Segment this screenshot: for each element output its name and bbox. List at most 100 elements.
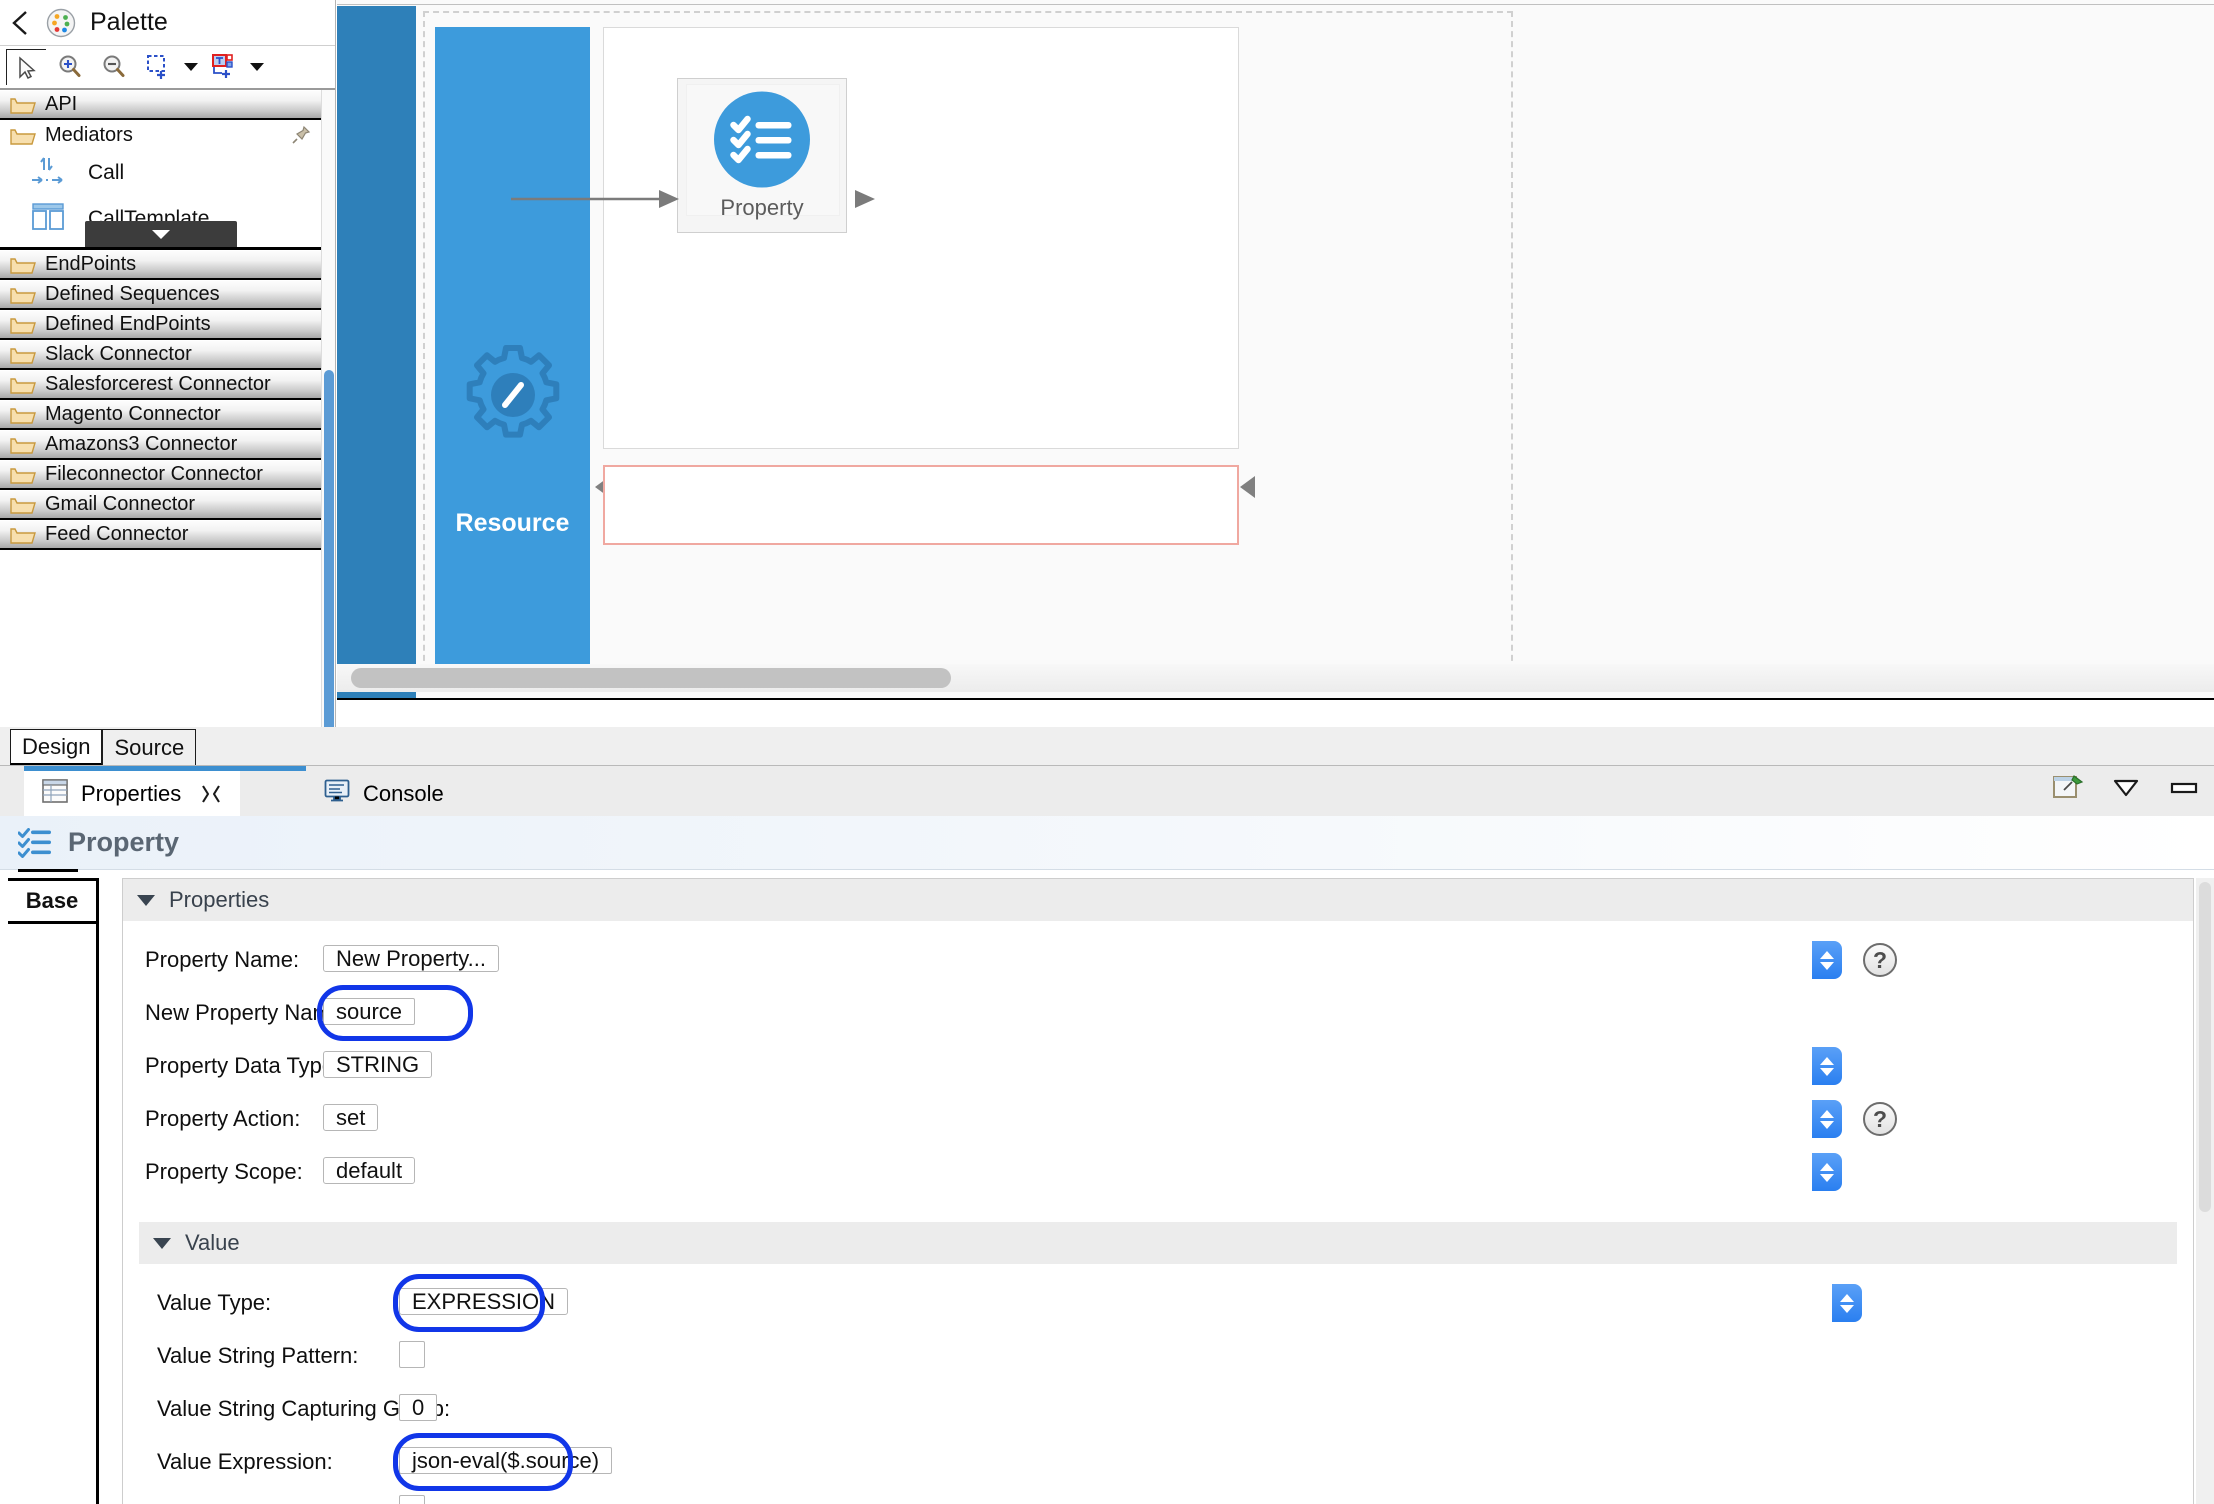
palette-group-label: Salesforcerest Connector <box>45 373 271 395</box>
property-action-help-icon[interactable]: ? <box>1863 1102 1897 1136</box>
control-value-type[interactable]: EXPRESSION <box>393 1274 1863 1332</box>
palette-group-label: Mediators <box>45 124 133 146</box>
control-property-name[interactable]: New Property... <box>323 940 1843 980</box>
folder-icon <box>10 495 36 515</box>
control-partial-next[interactable] <box>399 1490 1863 1504</box>
tab-console[interactable]: Console <box>306 771 462 816</box>
triangle-down-icon[interactable] <box>137 894 155 906</box>
value-expression-input[interactable]: json-eval($.source) <box>399 1447 613 1474</box>
palette-panel: Palette API Mediators Call CallTemplate … <box>0 0 336 790</box>
palette-group-label: Fileconnector Connector <box>45 463 263 485</box>
control-property-data-type[interactable]: STRING <box>323 1046 1843 1086</box>
canvas-scrollbar-thumb[interactable] <box>351 668 951 688</box>
property-data-type-combo-value[interactable]: STRING <box>323 1051 433 1078</box>
property-checklist-icon <box>714 91 811 188</box>
value-string-pattern-input[interactable] <box>399 1341 425 1368</box>
control-property-action[interactable]: set <box>323 1099 1843 1139</box>
palette-group-mediators[interactable]: Mediators <box>0 120 321 150</box>
palette-toolbar <box>0 46 335 90</box>
property-checklist-icon <box>17 827 52 858</box>
palette-group-defined-endpoints[interactable]: Defined EndPoints <box>0 310 321 340</box>
triangle-down-icon[interactable] <box>153 1237 171 1249</box>
property-data-type-combo-button[interactable] <box>1812 1047 1842 1085</box>
new-artifact-dropdown-chevron-down-icon[interactable] <box>248 49 266 85</box>
palette-group-amazons3-connector[interactable]: Amazons3 Connector <box>0 430 321 460</box>
canvas-horizontal-scrollbar[interactable] <box>337 664 2214 692</box>
palette-group-gmail-connector[interactable]: Gmail Connector <box>0 490 321 520</box>
label-property-data-type: Property Data Type: <box>145 1053 341 1078</box>
tab-source[interactable]: Source <box>102 729 197 765</box>
section-properties: Properties Property Name: New Property..… <box>123 879 2193 1208</box>
control-new-property-name[interactable]: source <box>317 985 1843 1041</box>
property-action-combo-value[interactable]: set <box>323 1104 379 1131</box>
section-properties-header[interactable]: Properties <box>123 879 2193 921</box>
tab-properties[interactable]: Properties <box>24 771 241 816</box>
property-mediator-node[interactable]: Property <box>677 78 847 233</box>
close-icon[interactable] <box>200 783 222 805</box>
palette-vertical-scrollbar[interactable] <box>321 90 335 790</box>
control-value-string-capturing-group[interactable]: 0 <box>399 1389 1863 1429</box>
property-scope-combo-button[interactable] <box>1812 1153 1842 1191</box>
pin-icon[interactable] <box>291 125 311 145</box>
new-property-name-input[interactable]: source <box>323 998 416 1025</box>
value-type-combo-button[interactable] <box>1832 1284 1862 1322</box>
palette-item-call[interactable]: Call <box>0 150 321 196</box>
palette-group-magento-connector[interactable]: Magento Connector <box>0 400 321 430</box>
field-row-property-name: Property Name: New Property... ? <box>123 940 2193 980</box>
property-scope-combo-value[interactable]: default <box>323 1157 416 1184</box>
marquee-select-icon[interactable] <box>138 49 178 85</box>
tab-design[interactable]: Design <box>10 729 103 765</box>
palette-group-label: Defined Sequences <box>45 283 220 305</box>
palette-group-list: API Mediators Call CallTemplate EndPoint… <box>0 90 321 727</box>
palette-group-salesforcerest-connector[interactable]: Salesforcerest Connector <box>0 370 321 400</box>
field-row-value-type: Value Type: EXPRESSION <box>139 1274 2177 1332</box>
minimize-icon[interactable] <box>2168 772 2200 804</box>
control-value-expression[interactable]: json-eval($.source) <box>393 1433 1863 1491</box>
field-row-property-action: Property Action: set ? <box>123 1099 2193 1139</box>
chevron-down-filled-icon[interactable] <box>2110 772 2142 804</box>
cursor-arrow-icon[interactable] <box>6 49 46 85</box>
value-string-capturing-group-input[interactable]: 0 <box>399 1394 438 1421</box>
side-tab-base-label: Base <box>25 888 79 913</box>
palette-group-api[interactable]: API <box>0 90 321 120</box>
back-arrow-icon[interactable] <box>10 9 32 37</box>
tab-properties-label: Properties <box>81 780 182 806</box>
palette-title-bar: Palette <box>0 0 335 46</box>
value-type-combo-value[interactable]: EXPRESSION <box>399 1288 569 1315</box>
zoom-in-icon[interactable] <box>50 49 90 85</box>
label-value-string-capturing-group: Value String Capturing Group: <box>157 1396 451 1421</box>
palette-group-defined-sequences[interactable]: Defined Sequences <box>0 280 321 310</box>
call-template-icon <box>30 200 70 239</box>
zoom-out-icon[interactable] <box>94 49 134 85</box>
palette-group-feed-connector[interactable]: Feed Connector <box>0 520 321 550</box>
control-value-string-pattern[interactable] <box>399 1336 1863 1376</box>
partial-next-input[interactable] <box>399 1495 425 1504</box>
palette-title: Palette <box>90 8 168 36</box>
new-diagram-icon[interactable] <box>204 49 244 85</box>
api-band[interactable] <box>337 6 416 698</box>
palette-group-endpoints[interactable]: EndPoints <box>0 250 321 280</box>
properties-scrollbar-thumb[interactable] <box>2199 882 2211 1212</box>
palette-group-label: API <box>45 93 78 115</box>
control-property-scope[interactable]: default <box>323 1152 1843 1192</box>
property-name-combo-value[interactable]: New Property... <box>323 945 499 972</box>
section-value-header[interactable]: Value <box>139 1222 2177 1264</box>
properties-vertical-scrollbar[interactable] <box>2196 878 2214 1504</box>
diagram-canvas[interactable]: Resource Property <box>337 0 2214 700</box>
property-action-combo-button[interactable] <box>1812 1100 1842 1138</box>
palette-scroll-down-chevron-down-icon[interactable] <box>84 221 237 247</box>
palette-group-slack-connector[interactable]: Slack Connector <box>0 340 321 370</box>
side-tab-base[interactable]: Base <box>8 878 96 924</box>
property-name-combo-button[interactable] <box>1812 941 1842 979</box>
pin-view-icon[interactable] <box>2052 772 2084 804</box>
resource-band[interactable]: Resource <box>435 27 590 690</box>
palette-group-mediators-items: Call CallTemplate <box>0 150 321 250</box>
section-value-body: Value Type: EXPRESSION Value String Patt… <box>139 1264 2177 1504</box>
palette-group-fileconnector-connector[interactable]: Fileconnector Connector <box>0 460 321 490</box>
folder-icon <box>10 525 36 545</box>
marquee-dropdown-chevron-down-icon[interactable] <box>182 49 200 85</box>
properties-body: Base Properties Property Name: New Prope <box>0 869 2214 1504</box>
fault-sequence-container[interactable] <box>603 465 1239 545</box>
folder-icon <box>10 95 36 115</box>
property-name-help-icon[interactable]: ? <box>1863 943 1897 977</box>
